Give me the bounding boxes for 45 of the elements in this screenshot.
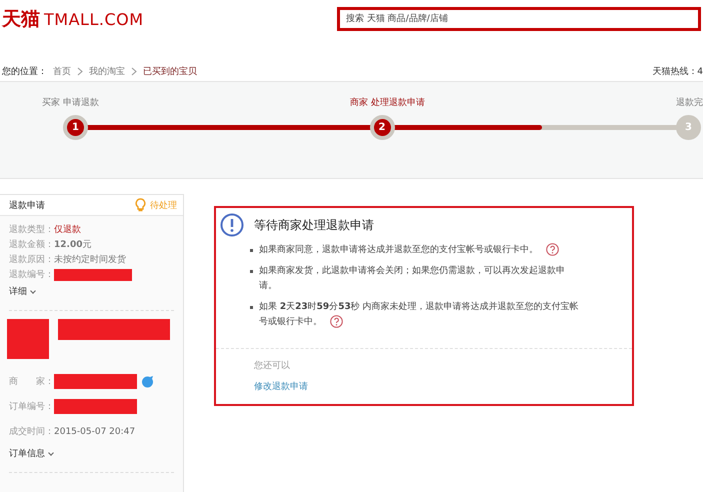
field-value: 仅退款 (54, 224, 81, 236)
breadcrumb-label: 您的位置： (2, 66, 47, 78)
field-value: 2015-05-07 20:47 (54, 426, 136, 436)
search-field[interactable]: 搜索 天猫 商品/品牌/店铺 (337, 7, 701, 31)
field-label: 退款原因： (9, 254, 54, 266)
notice-text: 如果商家发货，此退款申请将会关闭；如果您仍需退款，可以再次发起退款申请。 (259, 264, 566, 293)
breadcrumb-link[interactable]: 我的淘宝 (89, 64, 125, 78)
chevron-icon (77, 66, 83, 76)
help-icon[interactable] (546, 243, 559, 256)
field-value: 未按约定时间发货 (54, 254, 126, 266)
hotline-text: 天猫热线：4 (652, 66, 703, 78)
bullet-icon (250, 249, 253, 252)
status-text: 待处理 (150, 200, 177, 212)
step-label: 买家 申请退款 (42, 96, 99, 109)
breadcrumb-link[interactable]: 首页 (53, 64, 71, 78)
options-label: 您还可以 (254, 360, 291, 372)
redaction-block (7, 319, 49, 359)
modify-refund-link[interactable]: 修改退款申请 (254, 380, 632, 393)
field-value: 12.00元 (54, 239, 92, 251)
step-label: 退款完 (676, 96, 703, 109)
alert-icon (220, 213, 244, 237)
step-circle: 2 (370, 115, 394, 140)
step-circle: 3 (676, 115, 701, 140)
notice-text: 如果商家同意，退款申请将达成并退款至您的支付宝帐号或银行卡中。 (259, 243, 559, 258)
field-label: 退款编号： (9, 268, 54, 281)
order-info-link[interactable]: 订单信息 (9, 447, 53, 460)
notice-text: 如果 2天23时59分53秒 内商家未处理，退款申请将达成并退款至您的支付宝帐号或银行卡中。 (259, 300, 580, 330)
notice-title: 等待商家处理退款申请 (254, 216, 374, 234)
logo[interactable]: 天猫 TMALL.COM (0, 6, 144, 32)
step-circle: 1 (63, 115, 88, 140)
help-icon[interactable] (330, 315, 343, 328)
chevron-icon (131, 66, 137, 76)
bullet-icon (250, 270, 253, 273)
breadcrumb-link[interactable]: 已买到的宝贝 (143, 64, 197, 78)
lightbulb-icon (135, 198, 146, 212)
field-label: 订单编号： (9, 400, 54, 413)
chat-bubble-icon[interactable] (141, 375, 154, 388)
sidebar-title: 退款申请 (9, 200, 45, 212)
step-label: 商家 处理退款申请 (350, 96, 425, 109)
bullet-icon (250, 306, 253, 309)
field-label: 退款类型： (9, 224, 54, 236)
field-label: 商 家： (9, 376, 54, 388)
details-link[interactable]: 详细 (9, 285, 35, 298)
field-label: 退款金额： (9, 238, 54, 251)
field-label: 成交时间： (9, 426, 54, 438)
